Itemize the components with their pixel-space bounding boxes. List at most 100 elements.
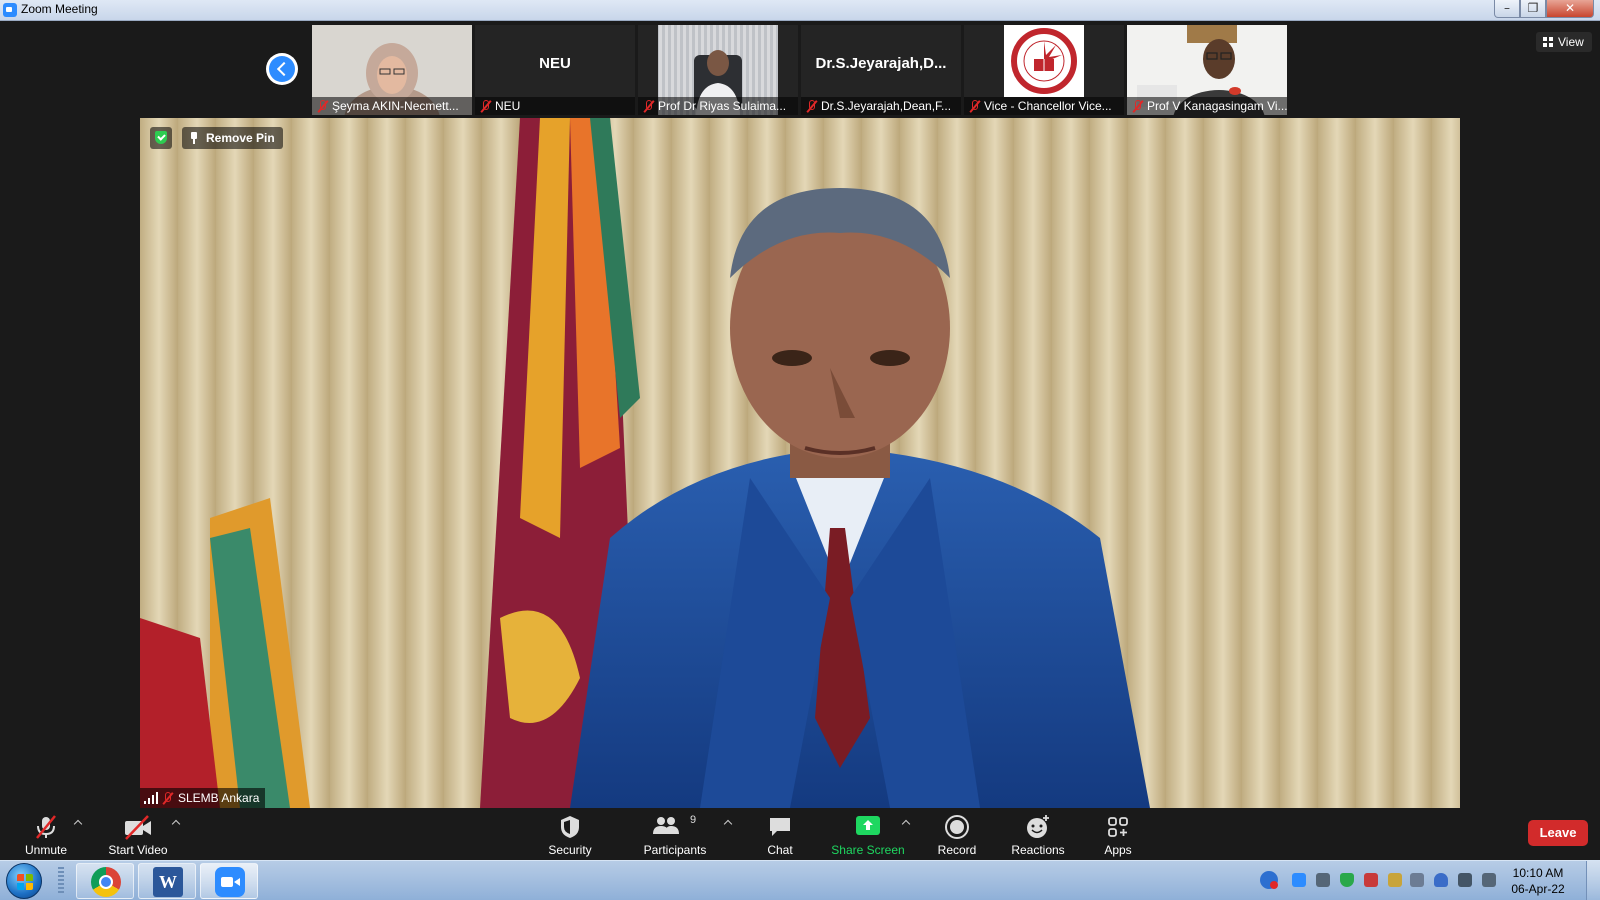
minimize-button[interactable]: – bbox=[1494, 0, 1520, 18]
participant-name: Prof V Kanagasingam Vi... bbox=[1127, 97, 1287, 115]
muted-mic-icon bbox=[969, 100, 979, 112]
share-screen-button[interactable]: Share Screen bbox=[828, 808, 908, 860]
participant-tile[interactable]: Şeyma AKIN-Necmett... bbox=[312, 25, 472, 115]
participant-tile[interactable]: Vice - Chancellor Vice... bbox=[964, 25, 1124, 115]
word-icon: W bbox=[153, 867, 183, 897]
participant-tile[interactable]: Prof V Kanagasingam Vi... bbox=[1127, 25, 1287, 115]
apps-button[interactable]: Apps bbox=[1090, 808, 1146, 860]
shield-icon bbox=[561, 816, 579, 838]
muted-mic-icon bbox=[643, 100, 653, 112]
signal-strength-icon bbox=[144, 792, 158, 804]
title-bar: Zoom Meeting – ❐ ✕ bbox=[0, 0, 1600, 21]
muted-mic-icon bbox=[317, 100, 327, 112]
taskbar-chrome[interactable] bbox=[76, 863, 134, 899]
apps-icon bbox=[1108, 817, 1128, 837]
close-icon: ✕ bbox=[1564, 1, 1576, 15]
muted-mic-icon bbox=[480, 100, 490, 112]
volume-muted-tray-icon[interactable] bbox=[1388, 873, 1402, 887]
meeting-toolbar: Unmute Start Video Security 9 Participan… bbox=[0, 808, 1600, 860]
participant-name: Dr.S.Jeyarajah,Dean,F... bbox=[801, 97, 961, 115]
start-video-label: Start Video bbox=[108, 843, 168, 857]
leave-button[interactable]: Leave bbox=[1528, 820, 1588, 846]
participants-button[interactable]: 9 Participants bbox=[638, 808, 712, 860]
clock-time: 10:10 AM bbox=[1512, 866, 1564, 880]
share-screen-icon bbox=[856, 816, 880, 835]
system-clock[interactable]: 10:10 AM 06-Apr-22 bbox=[1508, 865, 1568, 897]
video-off-icon bbox=[125, 815, 151, 840]
participants-label: Participants bbox=[643, 843, 707, 857]
zoom-tray-icon[interactable] bbox=[1292, 873, 1306, 887]
record-icon bbox=[945, 815, 969, 839]
taskbar-zoom[interactable] bbox=[200, 863, 258, 899]
security-label: Security bbox=[548, 843, 592, 857]
participant-tile[interactable]: NEU NEU bbox=[475, 25, 635, 115]
security-tray-icon[interactable] bbox=[1340, 873, 1354, 887]
participant-name: Vice - Chancellor Vice... bbox=[964, 97, 1124, 115]
window-title: Zoom Meeting bbox=[21, 2, 98, 16]
security-button[interactable]: Security bbox=[540, 808, 600, 860]
reactions-button[interactable]: Reactions bbox=[1006, 808, 1070, 860]
show-desktop-button[interactable] bbox=[1586, 861, 1600, 900]
bluetooth-tray-icon[interactable] bbox=[1434, 873, 1448, 887]
network-tray-icon[interactable] bbox=[1316, 873, 1330, 887]
muted-mic-icon bbox=[162, 792, 172, 804]
participant-strip: Şeyma AKIN-Necmett... NEU NEU Prof Dr Ri… bbox=[0, 22, 1600, 117]
view-button[interactable]: View bbox=[1536, 32, 1592, 52]
restore-button[interactable]: ❐ bbox=[1520, 0, 1546, 18]
zoom-meeting-window: Zoom Meeting – ❐ ✕ Şeyma AKIN-Necmett... bbox=[0, 0, 1600, 900]
windows-taskbar: W 10:10 AM 06-Apr-22 bbox=[0, 860, 1600, 900]
close-button[interactable]: ✕ bbox=[1546, 0, 1594, 18]
taskbar-grip bbox=[58, 867, 64, 895]
main-speaker-video[interactable]: Remove Pin SLEMB Ankara bbox=[140, 118, 1460, 808]
share-screen-label: Share Screen bbox=[831, 843, 905, 857]
antivirus-tray-icon[interactable] bbox=[1364, 873, 1378, 887]
action-center-flag-icon[interactable] bbox=[1458, 873, 1472, 887]
record-button[interactable]: Record bbox=[928, 808, 986, 860]
unmute-label: Unmute bbox=[24, 843, 68, 857]
network-computer-icon[interactable] bbox=[1482, 873, 1496, 887]
chat-button[interactable]: Chat bbox=[752, 808, 808, 860]
view-button-label: View bbox=[1558, 35, 1584, 49]
reactions-icon bbox=[1027, 815, 1049, 838]
pin-icon bbox=[191, 132, 197, 144]
chat-label: Chat bbox=[767, 843, 793, 857]
share-options-caret[interactable] bbox=[902, 818, 910, 826]
start-video-button[interactable]: Start Video bbox=[104, 808, 172, 860]
notification-badge-icon bbox=[1270, 881, 1278, 889]
muted-mic-icon bbox=[806, 100, 816, 112]
reactions-label: Reactions bbox=[1011, 843, 1065, 857]
apps-label: Apps bbox=[1104, 843, 1132, 857]
minimize-icon: – bbox=[1504, 1, 1510, 15]
speaker-name-label: SLEMB Ankara bbox=[140, 788, 266, 808]
speaker-name: SLEMB Ankara bbox=[178, 791, 260, 805]
unmute-button[interactable]: Unmute bbox=[18, 808, 74, 860]
remove-pin-label: Remove Pin bbox=[206, 131, 275, 145]
video-options-caret[interactable] bbox=[172, 818, 180, 826]
audio-options-caret[interactable] bbox=[74, 818, 82, 826]
chevron-left-icon bbox=[269, 56, 295, 82]
participant-display-name: Dr.S.Jeyarajah,D... bbox=[815, 55, 947, 72]
encryption-shield-icon[interactable] bbox=[150, 127, 172, 149]
record-label: Record bbox=[937, 843, 977, 857]
display-tray-icon[interactable] bbox=[1410, 873, 1424, 887]
chat-icon bbox=[770, 818, 790, 836]
remove-pin-button[interactable]: Remove Pin bbox=[182, 127, 283, 149]
clock-date: 06-Apr-22 bbox=[1511, 882, 1565, 896]
muted-microphone-icon bbox=[36, 815, 56, 839]
participant-tile[interactable]: Dr.S.Jeyarajah,D... Dr.S.Jeyarajah,Dean,… bbox=[801, 25, 961, 115]
start-button[interactable] bbox=[6, 863, 42, 899]
previous-page-button[interactable] bbox=[266, 53, 298, 85]
taskbar-word[interactable]: W bbox=[138, 863, 196, 899]
participants-options-caret[interactable] bbox=[724, 818, 732, 826]
grid-view-icon bbox=[1543, 37, 1553, 47]
participant-name: NEU bbox=[475, 97, 635, 115]
participant-name: Şeyma AKIN-Necmett... bbox=[312, 97, 472, 115]
participants-icon bbox=[653, 817, 679, 834]
windows-logo-icon bbox=[17, 874, 33, 890]
participant-tile[interactable]: Prof Dr Riyas Sulaima... bbox=[638, 25, 798, 115]
participant-name: Prof Dr Riyas Sulaima... bbox=[638, 97, 798, 115]
chrome-icon bbox=[91, 867, 121, 897]
zoom-icon bbox=[215, 867, 245, 897]
zoom-app-icon bbox=[3, 3, 17, 17]
participant-display-name: NEU bbox=[539, 55, 571, 72]
